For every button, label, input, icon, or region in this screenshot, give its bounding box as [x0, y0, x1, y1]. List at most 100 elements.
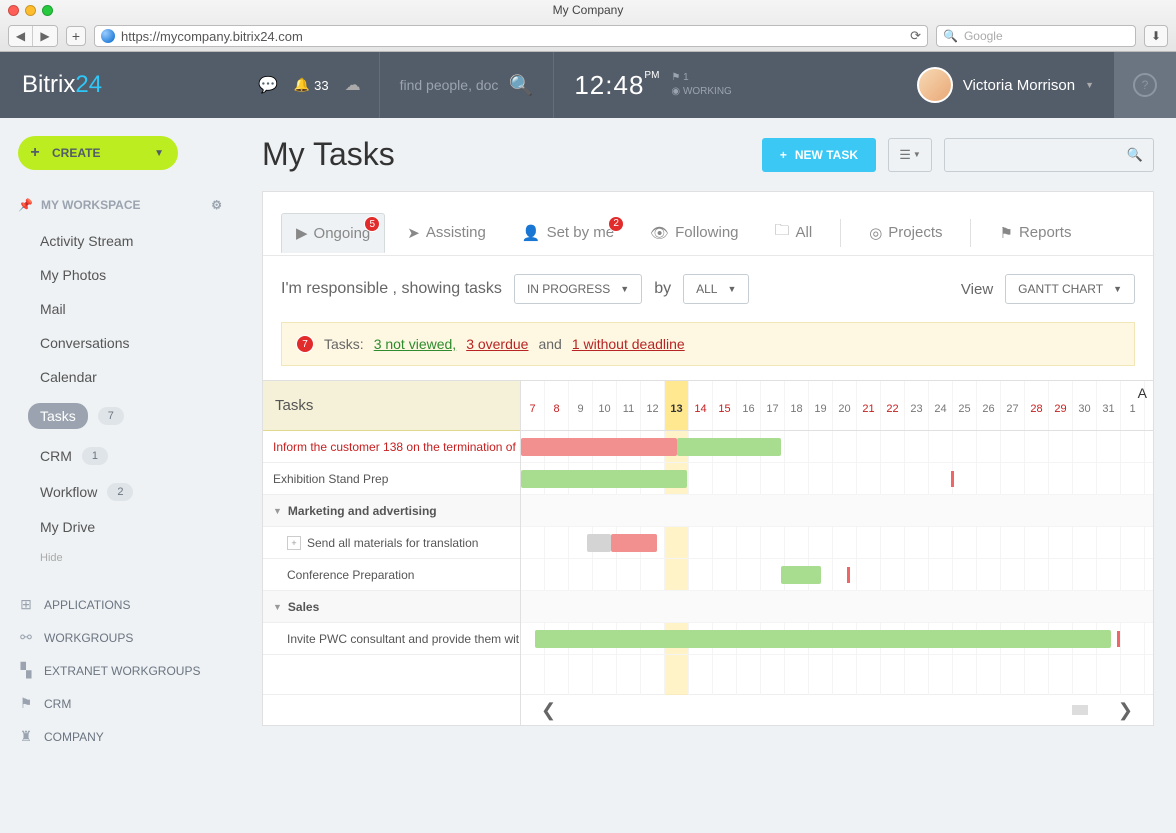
link-not-viewed[interactable]: 3 not viewed,: [374, 336, 457, 352]
gantt-bar-row[interactable]: [521, 431, 1153, 463]
sidebar-group-workgroups[interactable]: ⚯WORKGROUPS: [18, 621, 222, 654]
day-column[interactable]: 21: [857, 381, 881, 430]
tab-ongoing[interactable]: ▶Ongoing 5: [281, 213, 385, 253]
day-column[interactable]: 29: [1049, 381, 1073, 430]
back-button[interactable]: ◀: [9, 26, 33, 46]
notification-bell[interactable]: 🔔 33: [294, 77, 329, 93]
tab-assisting[interactable]: ➤Assisting: [393, 214, 500, 252]
day-column[interactable]: 11: [617, 381, 641, 430]
user-menu[interactable]: Victoria Morrison ▼: [897, 67, 1114, 103]
tab-all[interactable]: 🗀All: [761, 210, 827, 255]
day-column[interactable]: 17: [761, 381, 785, 430]
gantt-bar-row[interactable]: [521, 527, 1153, 559]
day-column[interactable]: 15: [713, 381, 737, 430]
sidebar-item-calendar[interactable]: Calendar: [18, 360, 222, 394]
day-column[interactable]: 31: [1097, 381, 1121, 430]
day-column[interactable]: 23: [905, 381, 929, 430]
gantt-bar-row[interactable]: [521, 559, 1153, 591]
day-column[interactable]: 28: [1025, 381, 1049, 430]
gantt-scrollbar[interactable]: ❮ ❯: [521, 695, 1153, 725]
sidebar-group-extranet[interactable]: ▚EXTRANET WORKGROUPS: [18, 654, 222, 687]
tab-projects[interactable]: ◎Projects: [855, 214, 956, 252]
cloud-icon[interactable]: ☁: [345, 75, 361, 95]
sidebar-hide[interactable]: Hide: [18, 552, 222, 564]
sidebar-item-tasks[interactable]: Tasks 7: [18, 394, 222, 438]
gantt-bar-row[interactable]: [521, 623, 1153, 655]
gantt-group-row[interactable]: ▼Sales: [263, 591, 520, 623]
sidebar-item-photos[interactable]: My Photos: [18, 258, 222, 292]
tab-reports[interactable]: ⚑Reports: [985, 214, 1085, 252]
gantt-task-row[interactable]: Exhibition Stand Prep: [263, 463, 520, 495]
scroll-thumb[interactable]: [1072, 705, 1088, 715]
day-column[interactable]: 10: [593, 381, 617, 430]
day-column[interactable]: 24: [929, 381, 953, 430]
day-column[interactable]: 25: [953, 381, 977, 430]
day-column[interactable]: 30: [1073, 381, 1097, 430]
scroll-right-icon[interactable]: ❯: [1118, 700, 1133, 721]
sidebar-group-crm[interactable]: ⚑CRM: [18, 687, 222, 720]
header-search[interactable]: find people, doc 🔍: [380, 73, 554, 98]
filter-scope[interactable]: ALL▼: [683, 274, 749, 304]
logo[interactable]: Bitrix24: [0, 71, 240, 99]
tab-setbyme[interactable]: 👤Set by me 2: [508, 214, 628, 252]
filter-status[interactable]: IN PROGRESS▼: [514, 274, 642, 304]
reload-icon[interactable]: ⟳: [910, 28, 921, 44]
sort-button[interactable]: ☰▼: [888, 138, 932, 172]
day-column[interactable]: 8: [545, 381, 569, 430]
gear-icon[interactable]: ⚙: [211, 198, 222, 212]
sidebar-item-crm[interactable]: CRM 1: [18, 438, 222, 474]
add-button[interactable]: +: [66, 26, 86, 46]
filter-view[interactable]: GANTT CHART▼: [1005, 274, 1135, 304]
gantt-group-row[interactable]: ▼Marketing and advertising: [263, 495, 520, 527]
expand-icon[interactable]: +: [287, 536, 301, 550]
gantt-task-row[interactable]: +Send all materials for translation: [263, 527, 520, 559]
sidebar-group-company[interactable]: ♜COMPANY: [18, 720, 222, 753]
link-overdue[interactable]: 3 overdue: [466, 336, 528, 352]
day-column[interactable]: 27: [1001, 381, 1025, 430]
gantt-task-row[interactable]: Inform the customer 138 on the terminati…: [263, 431, 520, 463]
help-button[interactable]: ?: [1114, 52, 1176, 118]
chat-icon[interactable]: 💬: [258, 75, 278, 95]
gantt-bar-row[interactable]: [521, 463, 1153, 495]
create-button[interactable]: + CREATE ▼: [18, 136, 178, 170]
gantt-task-row[interactable]: Invite PWC consultant and provide them w…: [263, 623, 520, 655]
link-no-deadline[interactable]: 1 without deadline: [572, 336, 685, 352]
day-column[interactable]: 16: [737, 381, 761, 430]
month-label: A: [1138, 385, 1147, 401]
day-column[interactable]: 22: [881, 381, 905, 430]
sidebar-item-workflow[interactable]: Workflow 2: [18, 474, 222, 510]
task-search[interactable]: 🔍: [944, 138, 1154, 172]
search-icon: 🔍: [943, 29, 958, 43]
day-column[interactable]: 14: [689, 381, 713, 430]
day-column[interactable]: 7: [521, 381, 545, 430]
browser-search[interactable]: 🔍 Google: [936, 25, 1136, 47]
day-column[interactable]: 19: [809, 381, 833, 430]
day-column[interactable]: 20: [833, 381, 857, 430]
gantt-task-row[interactable]: Conference Preparation: [263, 559, 520, 591]
window-title: My Company: [0, 3, 1176, 17]
app-header: Bitrix24 💬 🔔 33 ☁ find people, doc 🔍 12:…: [0, 52, 1176, 118]
sidebar-group-applications[interactable]: ⊞APPLICATIONS: [18, 588, 222, 621]
day-column[interactable]: 9: [569, 381, 593, 430]
forward-button[interactable]: ▶: [33, 26, 57, 46]
gantt-bar-row: [521, 495, 1153, 527]
day-column[interactable]: 18: [785, 381, 809, 430]
chevron-down-icon: ▼: [154, 148, 164, 159]
plus-icon: +: [780, 148, 787, 162]
main-content: My Tasks + NEW TASK ☰▼ 🔍 ▶Ongoing 5 ➤Ass…: [240, 118, 1176, 833]
new-task-button[interactable]: + NEW TASK: [762, 138, 876, 172]
share-icon: ⚯: [18, 629, 34, 646]
sidebar-item-conversations[interactable]: Conversations: [18, 326, 222, 360]
day-column[interactable]: 12: [641, 381, 665, 430]
url-bar[interactable]: https://mycompany.bitrix24.com ⟳: [94, 25, 928, 47]
sidebar-item-mail[interactable]: Mail: [18, 292, 222, 326]
scroll-left-icon[interactable]: ❮: [541, 700, 556, 721]
day-column[interactable]: 13: [665, 381, 689, 430]
sidebar-item-activity[interactable]: Activity Stream: [18, 224, 222, 258]
downloads-button[interactable]: ⬇: [1144, 25, 1168, 47]
arrow-icon: ➤: [407, 224, 420, 242]
tab-following[interactable]: 👁Following: [636, 214, 752, 252]
sidebar-item-drive[interactable]: My Drive: [18, 510, 222, 544]
day-column[interactable]: 26: [977, 381, 1001, 430]
header-clock[interactable]: 12:48PM ⚑ 1 ◉ WORKING: [554, 70, 751, 101]
